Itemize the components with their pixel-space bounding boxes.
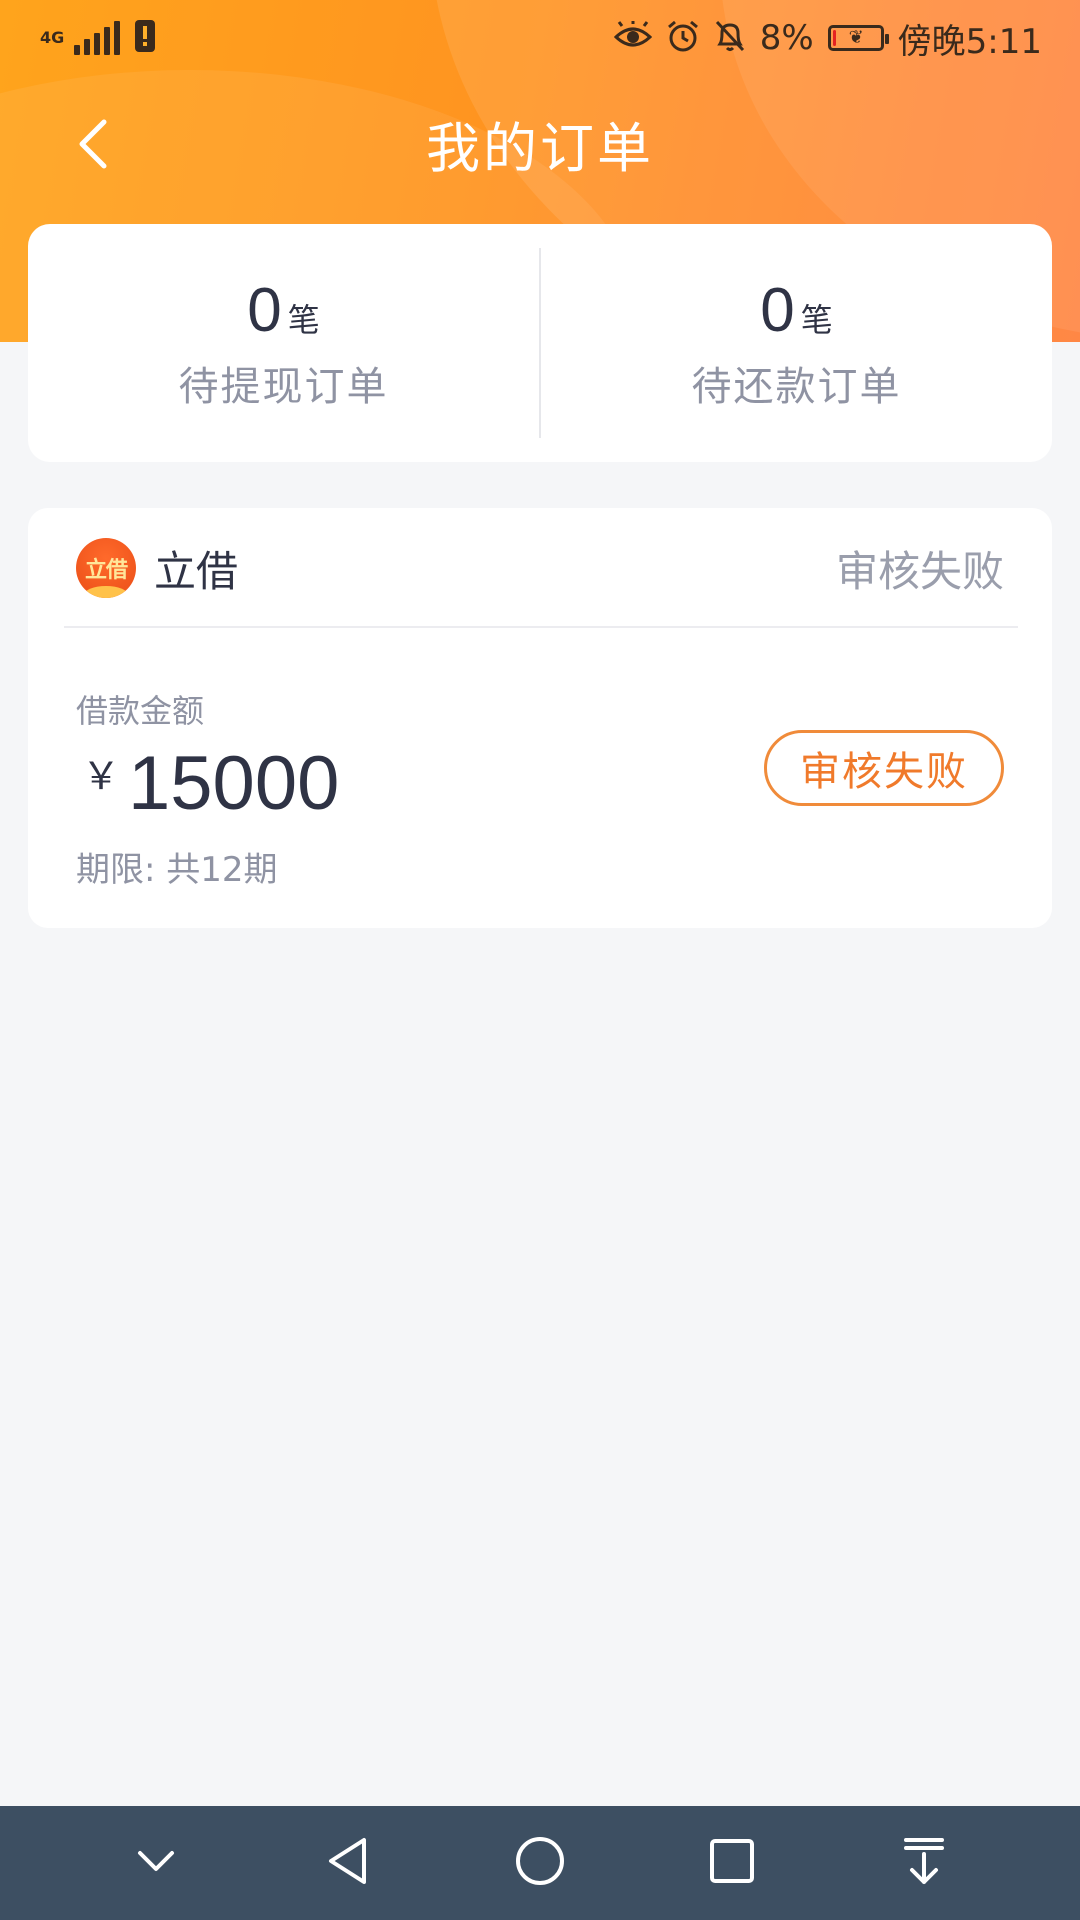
pending-withdraw-stat[interactable]: 0 笔 待提现订单 (28, 224, 539, 462)
order-card[interactable]: 立借 立借 审核失败 借款金额 ￥ 15000 期限: 共12期 审核失败 (28, 508, 1052, 928)
home-circle-icon (514, 1835, 566, 1891)
currency-symbol: ￥ (82, 754, 121, 798)
sim-alert-icon (134, 19, 156, 57)
stat-unit: 笔 (287, 300, 320, 339)
order-stats-card: 0 笔 待提现订单 0 笔 待还款订单 (28, 224, 1052, 462)
stat-count: 0 (760, 275, 795, 345)
nav-recents-button[interactable] (687, 1818, 777, 1908)
title-bar: 我的订单 (0, 96, 1080, 188)
clock: 傍晚5:11 (897, 21, 1042, 62)
signal-icon (74, 21, 120, 55)
notification-pull-button[interactable] (879, 1818, 969, 1908)
collapse-button[interactable] (111, 1818, 201, 1908)
brand-logo-text: 立借 (84, 558, 128, 583)
battery-icon: ❦ (827, 25, 889, 51)
brand-name: 立借 (154, 546, 239, 596)
stat-unit: 笔 (800, 300, 833, 339)
order-card-header: 立借 立借 审核失败 (28, 508, 1052, 628)
pending-repay-stat[interactable]: 0 笔 待还款订单 (541, 224, 1052, 462)
amount-label: 借款金额 (76, 692, 205, 730)
status-bar: 4G 8% ❦ 傍晚5:11 (0, 0, 1080, 76)
battery-percent: 8% (759, 18, 814, 58)
system-nav-bar (0, 1806, 1080, 1920)
stat-label: 待提现订单 (178, 363, 389, 410)
amount-value: 15000 (128, 741, 340, 826)
order-status-text: 审核失败 (835, 546, 1004, 596)
stat-count: 0 (247, 275, 282, 345)
mute-icon (714, 19, 746, 57)
page-title: 我的订单 (426, 117, 654, 180)
loan-term: 期限: 共12期 (76, 850, 278, 890)
nav-back-button[interactable] (303, 1818, 393, 1908)
divider (64, 626, 1018, 628)
status-button[interactable]: 审核失败 (764, 730, 1004, 806)
back-triangle-icon (326, 1836, 370, 1890)
loan-amount: ￥ 15000 (82, 740, 339, 827)
eye-comfort-icon (613, 21, 652, 55)
recents-square-icon (708, 1837, 756, 1889)
download-icon (902, 1836, 946, 1890)
network-type: 4G (40, 28, 65, 47)
nav-home-button[interactable] (495, 1818, 585, 1908)
alarm-icon (666, 19, 700, 57)
brand-logo: 立借 (76, 538, 136, 598)
stat-label: 待还款订单 (691, 363, 902, 410)
collapse-icon (136, 1849, 176, 1877)
